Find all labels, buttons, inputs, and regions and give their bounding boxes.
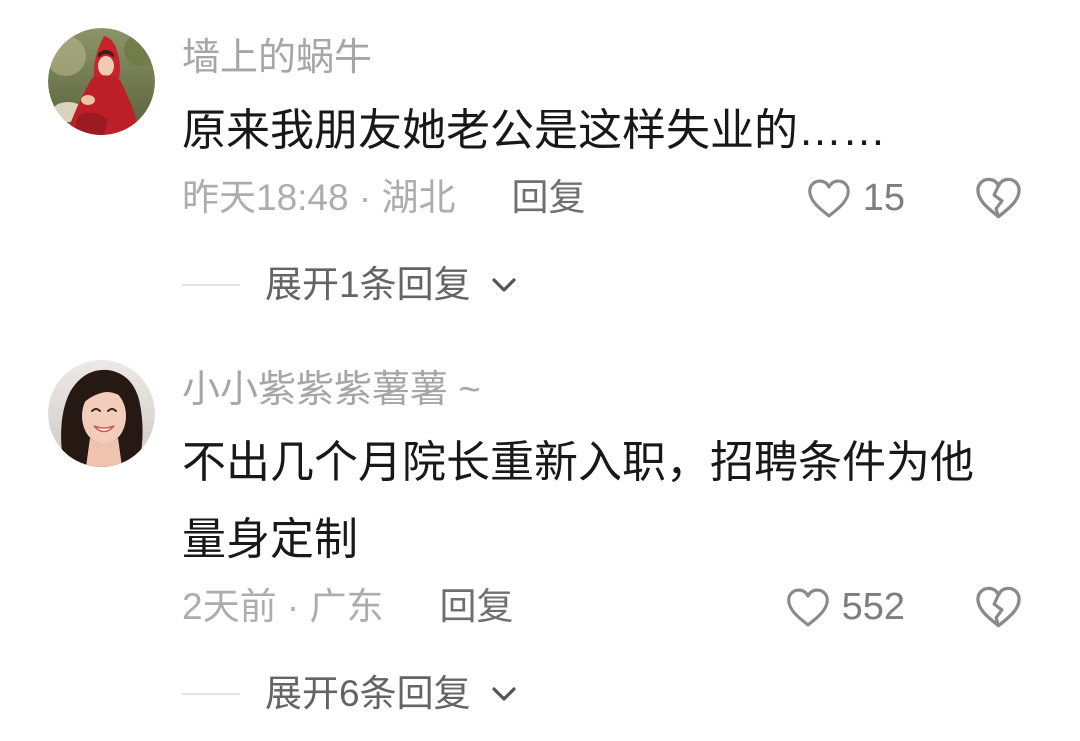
expand-replies-button[interactable]: 展开6条回复 — [182, 674, 1080, 714]
avatar-illustration — [48, 28, 155, 135]
avatar-illustration — [48, 360, 155, 467]
comment-meta-row: 昨天18:48 · 湖北 回复 15 — [182, 169, 1080, 227]
avatar-image — [48, 360, 155, 467]
like-button[interactable]: 15 — [807, 176, 905, 220]
avatar[interactable] — [48, 28, 155, 135]
comment-username[interactable]: 墙上的蜗牛 — [182, 38, 1080, 78]
comment-text-line: 量身定制 — [182, 515, 358, 564]
comment-text[interactable]: 不出几个月院长重新入职，招聘条件为他 量身定制 — [182, 424, 1080, 578]
like-button[interactable]: 552 — [786, 585, 905, 629]
chevron-down-icon — [491, 687, 516, 701]
comment-text-line: 不出几个月院长重新入职，招聘条件为他 — [182, 438, 974, 487]
chevron-down-icon — [491, 278, 516, 292]
expand-replies-button[interactable]: 展开1条回复 — [182, 265, 1080, 305]
comment-text-line: 原来我朋友她老公是这样失业的…… — [182, 106, 886, 155]
heart-outline-icon — [786, 588, 829, 626]
comment-username[interactable]: 小小紫紫紫薯薯 ~ — [182, 370, 1080, 410]
heart-outline-icon — [807, 179, 850, 217]
broken-heart-icon — [976, 586, 1021, 628]
dislike-button[interactable] — [975, 176, 1022, 220]
comment-list: 墙上的蜗牛 原来我朋友她老公是这样失业的…… 昨天18:48 · 湖北 回复 1… — [0, 0, 1080, 741]
comment-item: 小小紫紫紫薯薯 ~ 不出几个月院长重新入职，招聘条件为他 量身定制 2天前 · … — [0, 332, 1080, 741]
broken-heart-icon — [976, 177, 1021, 219]
avatar-image — [48, 28, 155, 135]
dislike-button[interactable] — [975, 585, 1022, 629]
expand-divider — [182, 284, 240, 286]
comment-item: 墙上的蜗牛 原来我朋友她老公是这样失业的…… 昨天18:48 · 湖北 回复 1… — [0, 0, 1080, 332]
expand-replies-label: 展开6条回复 — [265, 673, 471, 714]
like-count: 552 — [841, 586, 905, 628]
comment-time-location: 昨天18:48 · 湖北 — [182, 177, 456, 218]
reply-button[interactable]: 回复 — [439, 578, 513, 636]
reply-button[interactable]: 回复 — [511, 169, 585, 227]
like-count: 15 — [862, 177, 905, 219]
comment-meta-row: 2天前 · 广东 回复 552 — [182, 578, 1080, 636]
expand-divider — [182, 693, 240, 695]
comment-text[interactable]: 原来我朋友她老公是这样失业的…… — [182, 92, 1080, 169]
comment-time-location: 2天前 · 广东 — [182, 586, 384, 627]
expand-replies-label: 展开1条回复 — [265, 264, 471, 305]
avatar[interactable] — [48, 360, 155, 467]
